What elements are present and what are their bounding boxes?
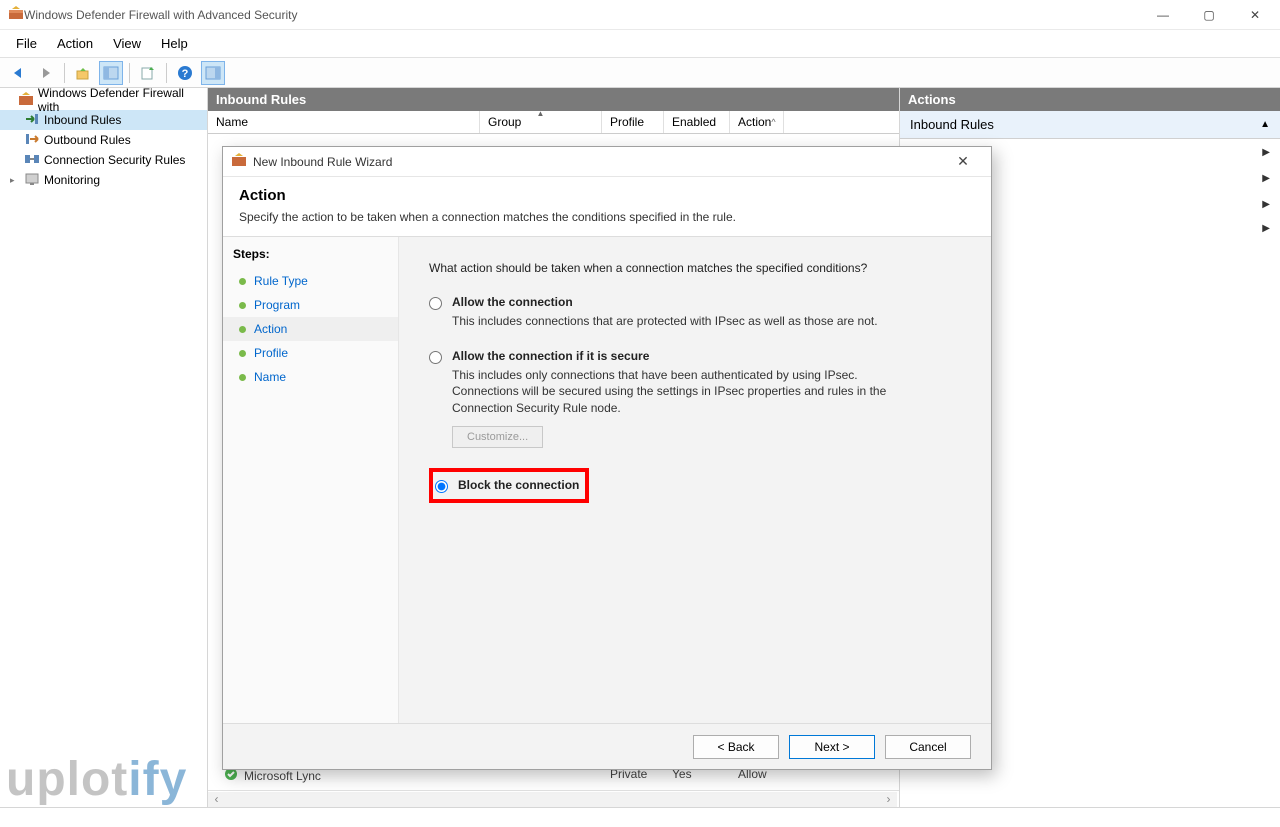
radio-allow-secure[interactable]: Allow the connection if it is secure Thi… [429,349,961,448]
inbound-rules-icon [24,111,40,130]
chevron-right-icon: ▶ [1262,173,1270,184]
radio-description: This includes connections that are prote… [452,313,878,329]
radio-input[interactable] [435,480,448,493]
radio-title: Allow the connection [452,295,878,309]
actions-heading: Actions [900,88,1280,111]
sort-asc-icon: ▲ [537,109,545,118]
window-minimize-button[interactable]: — [1140,0,1186,30]
window-titlebar: Windows Defender Firewall with Advanced … [0,0,1280,30]
scroll-track[interactable] [225,792,880,807]
tree-root-label: Windows Defender Firewall with [38,86,207,114]
toolbar-separator [64,63,65,83]
window-close-button[interactable]: ✕ [1232,0,1278,30]
radio-input[interactable] [429,297,442,310]
firewall-icon [8,5,24,24]
wizard-question: What action should be taken when a conne… [429,261,961,275]
back-button[interactable] [6,61,30,85]
expand-icon[interactable]: ▸ [10,175,20,186]
grid-column-headers[interactable]: Name Group ▲ Profile Enabled Action^ [208,111,899,134]
menubar: File Action View Help [0,30,1280,58]
tree-monitoring[interactable]: ▸ Monitoring [0,170,207,190]
col-name[interactable]: Name [208,111,480,133]
chevron-right-icon: ▶ [1262,223,1270,234]
highlighted-selection: Block the connection [429,468,589,503]
horizontal-scrollbar[interactable]: ‹ › [208,790,899,807]
sort-indicator-icon: ^ [771,117,775,127]
chevron-right-icon: ▶ [1262,147,1270,158]
dialog-page-description: Specify the action to be taken when a co… [239,210,975,224]
radio-title: Allow the connection if it is secure [452,349,922,363]
tree-outbound-rules[interactable]: Outbound Rules [0,130,207,150]
dialog-title: New Inbound Rule Wizard [253,155,943,169]
back-button[interactable]: < Back [693,735,779,759]
step-bullet-icon [239,278,246,285]
next-button[interactable]: Next > [789,735,875,759]
cancel-button[interactable]: Cancel [885,735,971,759]
connection-security-icon [24,151,40,170]
statusbar [0,807,1280,827]
col-profile[interactable]: Profile [602,111,664,133]
step-bullet-icon [239,350,246,357]
step-rule-type[interactable]: Rule Type [223,269,398,293]
show-hide-tree-button[interactable] [99,61,123,85]
scroll-right-button[interactable]: › [880,792,897,807]
new-inbound-rule-wizard-dialog: New Inbound Rule Wizard ✕ Action Specify… [222,146,992,770]
chevron-right-icon: ▶ [1262,199,1270,210]
dialog-close-button[interactable]: ✕ [943,153,983,170]
customize-button: Customize... [452,426,543,448]
col-action[interactable]: Action^ [730,111,784,133]
collapse-icon[interactable]: ▲ [1260,119,1270,130]
toolbar-separator [129,63,130,83]
dialog-header: Action Specify the action to be taken wh… [223,177,991,237]
col-enabled[interactable]: Enabled [664,111,730,133]
action-pane-button[interactable] [201,61,225,85]
menu-file[interactable]: File [6,32,47,55]
dialog-button-bar: < Back Next > Cancel [223,723,991,769]
navigation-tree[interactable]: Windows Defender Firewall with Inbound R… [0,88,208,807]
menu-view[interactable]: View [103,32,151,55]
dialog-content: What action should be taken when a conne… [399,237,991,723]
menu-help[interactable]: Help [151,32,198,55]
menu-action[interactable]: Action [47,32,103,55]
tree-item-label: Outbound Rules [44,133,131,147]
wizard-steps-sidebar: Steps: Rule Type Program Action Profile … [223,237,399,723]
radio-description: This includes only connections that have… [452,367,922,416]
step-profile[interactable]: Profile [223,341,398,365]
export-button[interactable] [136,61,160,85]
tree-item-label: Connection Security Rules [44,153,185,167]
tree-item-label: Inbound Rules [44,113,121,127]
dialog-page-title: Action [239,187,975,204]
window-maximize-button[interactable]: ▢ [1186,0,1232,30]
tree-item-label: Monitoring [44,173,100,187]
step-bullet-icon [239,374,246,381]
svg-text:?: ? [182,68,189,80]
up-level-button[interactable] [71,61,95,85]
radio-input[interactable] [429,351,442,364]
step-bullet-icon [239,326,246,333]
dialog-titlebar[interactable]: New Inbound Rule Wizard ✕ [223,147,991,177]
radio-title: Block the connection [458,478,579,492]
grid-heading: Inbound Rules [208,88,899,111]
step-action[interactable]: Action [223,317,398,341]
forward-button[interactable] [34,61,58,85]
radio-block-connection[interactable]: Block the connection [435,478,579,493]
step-bullet-icon [239,302,246,309]
help-button[interactable]: ? [173,61,197,85]
outbound-rules-icon [24,131,40,150]
scroll-left-button[interactable]: ‹ [208,792,225,807]
col-group[interactable]: Group ▲ [480,111,602,133]
tree-root[interactable]: Windows Defender Firewall with [0,90,207,110]
toolbar-separator [166,63,167,83]
toolbar: ? [0,58,1280,88]
monitoring-icon [24,171,40,190]
tree-connection-security[interactable]: Connection Security Rules [0,150,207,170]
radio-allow-connection[interactable]: Allow the connection This includes conne… [429,295,961,329]
step-name[interactable]: Name [223,365,398,389]
firewall-icon [18,91,34,110]
step-program[interactable]: Program [223,293,398,317]
steps-heading: Steps: [223,243,398,269]
window-title: Windows Defender Firewall with Advanced … [24,8,1140,22]
actions-subheading[interactable]: Inbound Rules ▲ [900,111,1280,139]
firewall-icon [231,152,247,171]
